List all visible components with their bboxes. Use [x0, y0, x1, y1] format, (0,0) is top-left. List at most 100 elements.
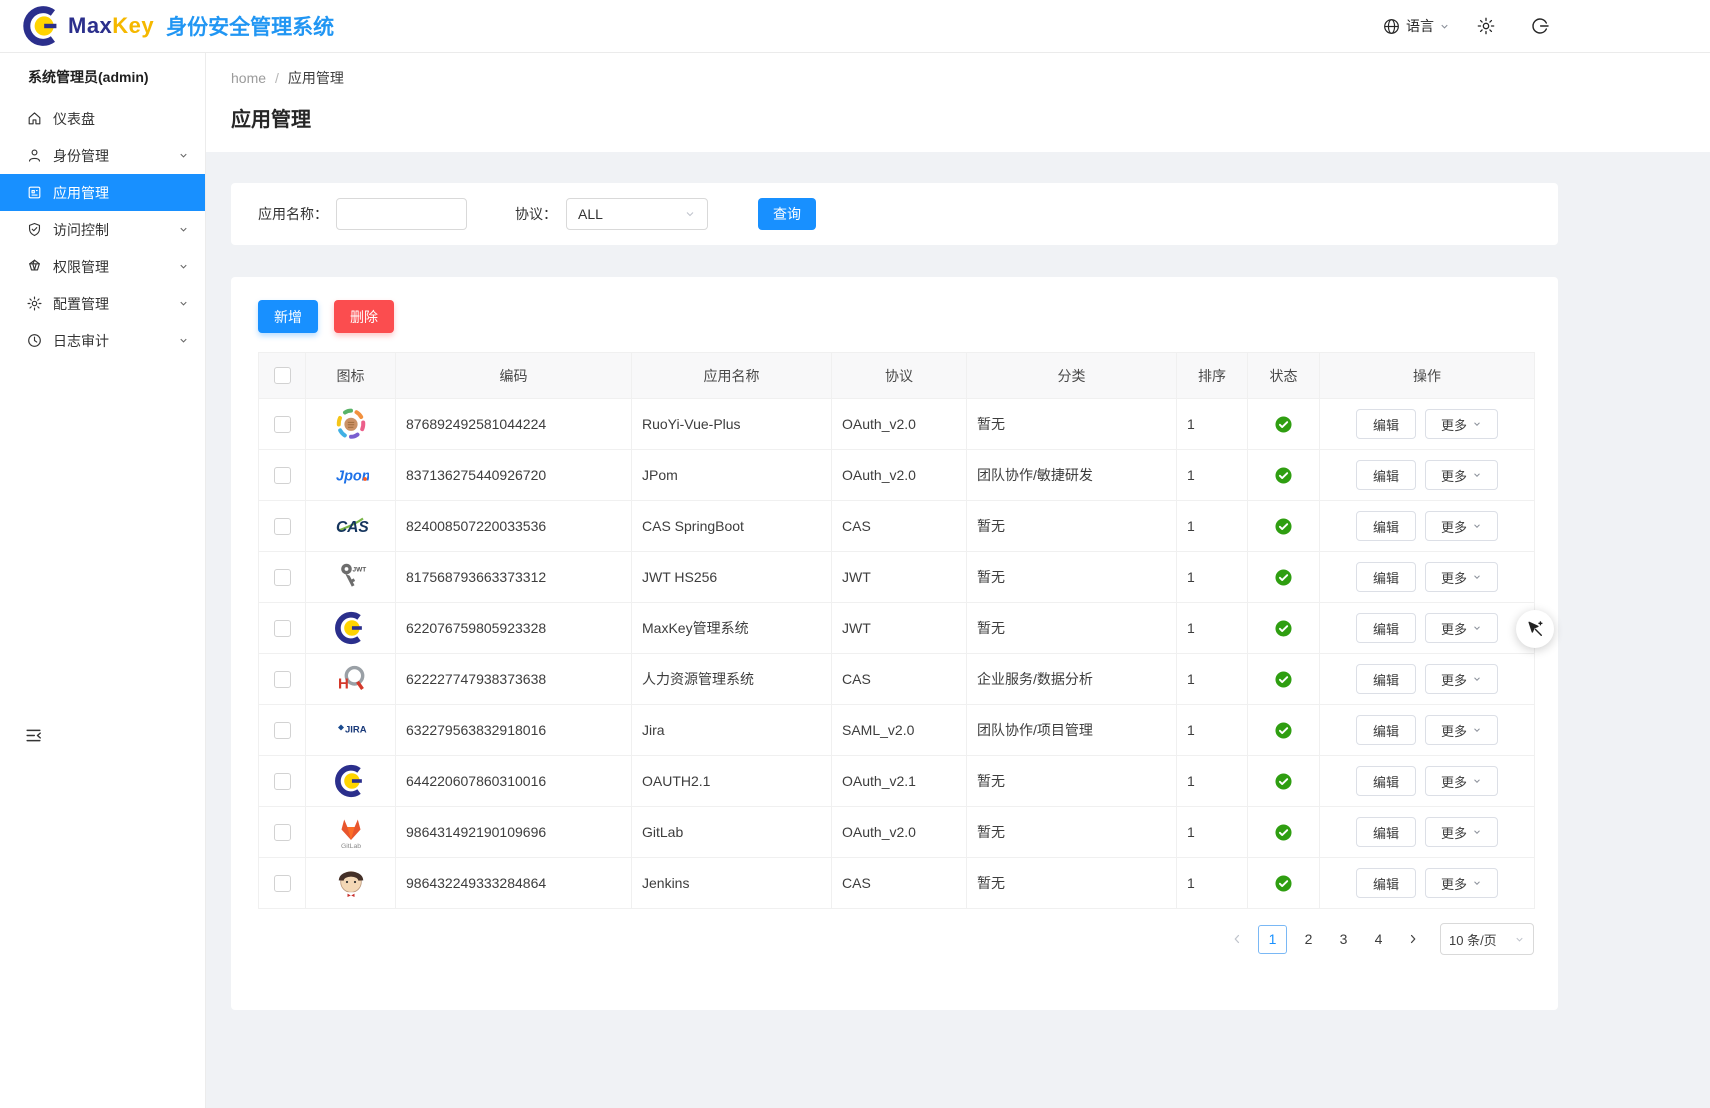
maxkey-logo-icon [334, 764, 368, 798]
app-sort: 1 [1177, 705, 1248, 756]
edit-button[interactable]: 编辑 [1356, 562, 1416, 592]
chevron-down-icon [1472, 725, 1482, 735]
jpom-logo-icon: Jpom [333, 457, 369, 493]
app-code: 986432249333284864 [396, 858, 632, 909]
svg-text:Jpom: Jpom [336, 469, 369, 485]
language-menu[interactable]: 语言 [1382, 16, 1450, 36]
row-checkbox[interactable] [274, 467, 291, 484]
page-number-3[interactable]: 3 [1330, 926, 1357, 953]
history-icon [26, 332, 43, 349]
svg-text:GitLab: GitLab [340, 843, 360, 850]
add-button[interactable]: 新增 [258, 300, 318, 333]
apps-table: 图标编码应用名称协议分类排序状态操作 876892492581044224Ruo… [258, 352, 1535, 909]
chevron-down-icon [1472, 776, 1482, 786]
column-header-状态: 状态 [1248, 353, 1320, 399]
breadcrumb-home-link[interactable]: home [231, 70, 266, 86]
table-row: H622227747938373638人力资源管理系统CAS企业服务/数据分析1… [259, 654, 1535, 705]
sidebar-item-访问控制[interactable]: 访问控制 [0, 211, 205, 248]
more-button[interactable]: 更多 [1425, 460, 1498, 490]
home-icon [26, 110, 43, 127]
delete-button[interactable]: 删除 [334, 300, 394, 333]
more-button[interactable]: 更多 [1425, 868, 1498, 898]
row-checkbox[interactable] [274, 875, 291, 892]
status-enabled-icon [1275, 518, 1292, 535]
edit-button[interactable]: 编辑 [1356, 817, 1416, 847]
app-name-input[interactable] [336, 198, 467, 230]
edit-button[interactable]: 编辑 [1356, 460, 1416, 490]
breadcrumb: home / 应用管理 [231, 52, 1710, 88]
app-sort: 1 [1177, 603, 1248, 654]
assistant-floating-button[interactable] [1516, 610, 1554, 648]
sidebar-item-身份管理[interactable]: 身份管理 [0, 137, 205, 174]
column-header-协议: 协议 [832, 353, 967, 399]
gem-icon [26, 258, 43, 275]
protocol-select[interactable]: ALL [566, 198, 708, 230]
row-checkbox[interactable] [274, 518, 291, 535]
more-button[interactable]: 更多 [1425, 766, 1498, 796]
main-content: home / 应用管理 应用管理 应用名称： 协议： ALL 查询 新增 删除 [206, 52, 1710, 1108]
edit-button[interactable]: 编辑 [1356, 664, 1416, 694]
search-button[interactable]: 查询 [758, 198, 816, 230]
sidebar-menu: 仪表盘身份管理应用管理访问控制权限管理配置管理日志审计 [0, 100, 205, 359]
brand-text-max: Max [68, 13, 112, 39]
more-button[interactable]: 更多 [1425, 817, 1498, 847]
settings-button[interactable] [1476, 16, 1496, 36]
table-row: Jpom837136275440926720JPomOAuth_v2.0团队协作… [259, 450, 1535, 501]
row-checkbox[interactable] [274, 671, 291, 688]
row-checkbox[interactable] [274, 773, 291, 790]
column-header-编码: 编码 [396, 353, 632, 399]
sidebar-item-日志审计[interactable]: 日志审计 [0, 322, 205, 359]
app-name: 人力资源管理系统 [632, 654, 832, 705]
app-name: MaxKey管理系统 [632, 603, 832, 654]
app-title: 身份安全管理系统 [166, 11, 334, 41]
shield-check-icon [26, 221, 43, 238]
prev-page-button[interactable] [1224, 925, 1250, 953]
page-number-2[interactable]: 2 [1295, 926, 1322, 953]
page-size-select[interactable]: 10 条/页 [1440, 923, 1534, 955]
more-button[interactable]: 更多 [1425, 562, 1498, 592]
sidebar-item-应用管理[interactable]: 应用管理 [0, 174, 205, 211]
edit-button[interactable]: 编辑 [1356, 409, 1416, 439]
app-code: 824008507220033536 [396, 501, 632, 552]
app-code: 622076759805923328 [396, 603, 632, 654]
sidebar: 系统管理员(admin) 仪表盘身份管理应用管理访问控制权限管理配置管理日志审计 [0, 52, 206, 1108]
row-checkbox[interactable] [274, 620, 291, 637]
chevron-down-icon [1439, 21, 1450, 32]
sidebar-item-仪表盘[interactable]: 仪表盘 [0, 100, 205, 137]
row-checkbox[interactable] [274, 824, 291, 841]
edit-button[interactable]: 编辑 [1356, 715, 1416, 745]
menu-fold-button[interactable] [24, 726, 43, 750]
cas-logo-icon: CAS [333, 508, 369, 544]
jira-logo-icon: JIRA [333, 712, 369, 748]
edit-button[interactable]: 编辑 [1356, 868, 1416, 898]
logout-button[interactable] [1530, 16, 1550, 36]
edit-button[interactable]: 编辑 [1356, 766, 1416, 796]
breadcrumb-current: 应用管理 [288, 68, 344, 88]
sidebar-item-label: 权限管理 [53, 257, 109, 277]
chevron-down-icon [178, 150, 189, 161]
sidebar-item-权限管理[interactable]: 权限管理 [0, 248, 205, 285]
status-enabled-icon [1275, 722, 1292, 739]
more-button[interactable]: 更多 [1425, 613, 1498, 643]
row-checkbox[interactable] [274, 416, 291, 433]
more-button[interactable]: 更多 [1425, 715, 1498, 745]
app-protocol: OAuth_v2.0 [832, 399, 967, 450]
row-checkbox[interactable] [274, 569, 291, 586]
row-checkbox[interactable] [274, 722, 291, 739]
more-button[interactable]: 更多 [1425, 409, 1498, 439]
select-all-checkbox[interactable] [274, 367, 291, 384]
page-number-1[interactable]: 1 [1258, 925, 1287, 954]
more-button[interactable]: 更多 [1425, 511, 1498, 541]
column-header-应用名称: 应用名称 [632, 353, 832, 399]
status-enabled-icon [1275, 824, 1292, 841]
edit-button[interactable]: 编辑 [1356, 511, 1416, 541]
page-number-4[interactable]: 4 [1365, 926, 1392, 953]
app-code: 632279563832918016 [396, 705, 632, 756]
next-page-button[interactable] [1400, 925, 1426, 953]
sidebar-item-配置管理[interactable]: 配置管理 [0, 285, 205, 322]
page-size-value: 10 条/页 [1449, 930, 1497, 949]
status-enabled-icon [1275, 773, 1292, 790]
more-button[interactable]: 更多 [1425, 664, 1498, 694]
chevron-down-icon [1472, 521, 1482, 531]
edit-button[interactable]: 编辑 [1356, 613, 1416, 643]
